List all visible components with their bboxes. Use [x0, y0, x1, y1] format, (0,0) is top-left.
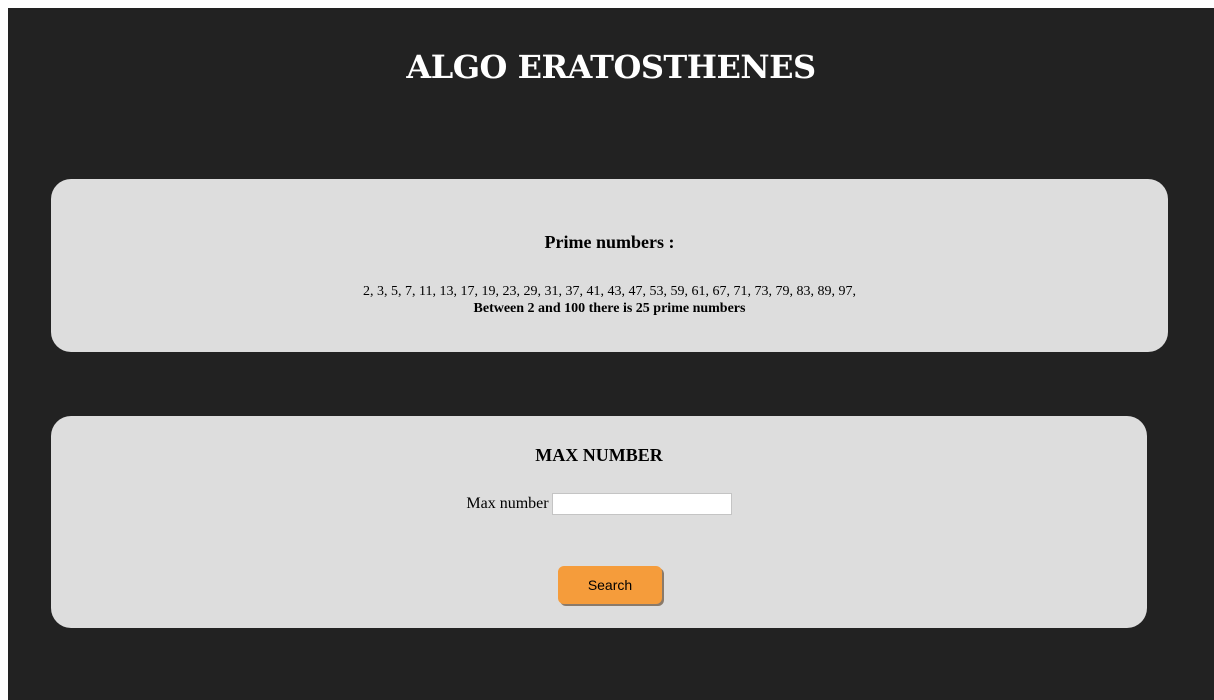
page-background: ALGO ERATOSTHENES Prime numbers : 2, 3, …	[8, 8, 1214, 700]
max-number-label: Max number	[466, 495, 549, 512]
max-number-form: MAX NUMBER Max number Search	[51, 416, 1147, 628]
prime-count-summary: Between 2 and 100 there is 25 prime numb…	[473, 301, 746, 316]
results-panel: Prime numbers : 2, 3, 5, 7, 11, 13, 17, …	[51, 179, 1168, 352]
page-title: ALGO ERATOSTHENES	[406, 48, 816, 86]
form-heading: MAX NUMBER	[535, 445, 663, 465]
max-number-row: Max number	[51, 490, 1147, 518]
max-number-input[interactable]	[551, 493, 732, 515]
results-heading: Prime numbers :	[544, 232, 675, 252]
search-button[interactable]: Search	[558, 566, 662, 604]
prime-numbers-list: 2, 3, 5, 7, 11, 13, 17, 19, 23, 29, 31, …	[363, 284, 856, 299]
